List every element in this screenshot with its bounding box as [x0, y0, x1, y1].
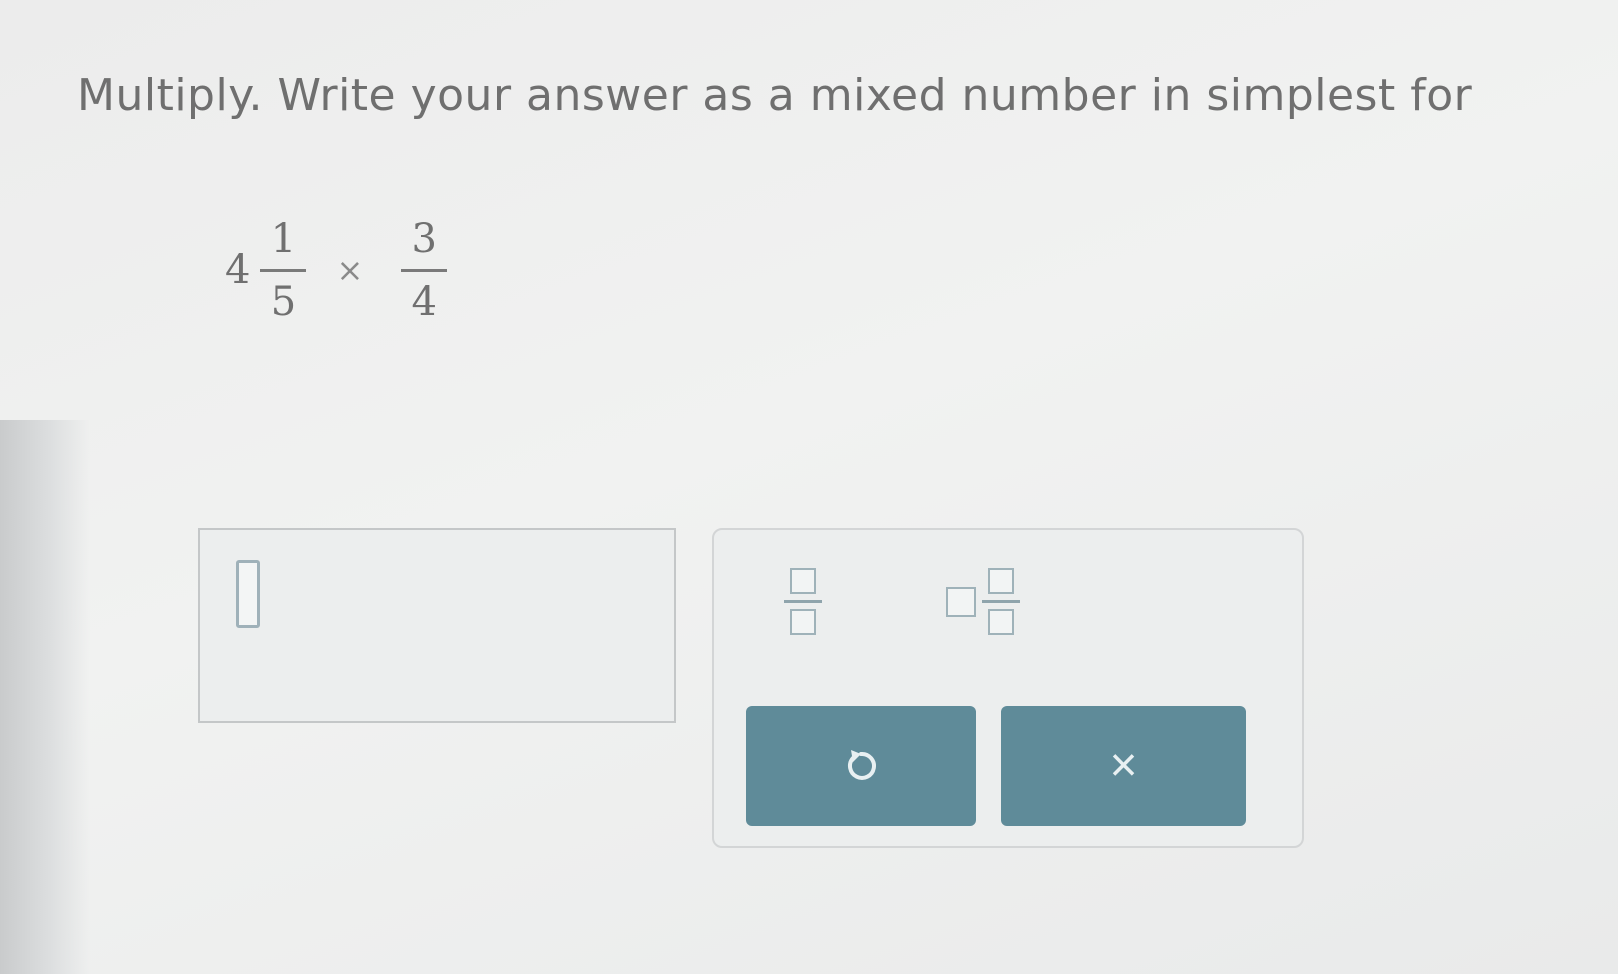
fraction-denominator: 5 — [270, 278, 297, 325]
mixed-number-whole: 4 — [225, 247, 251, 293]
answer-input[interactable] — [198, 528, 676, 723]
fraction-numerator: 3 — [411, 215, 437, 262]
fraction-bar-icon — [784, 600, 822, 603]
fraction-one-fifth: 1 5 — [260, 215, 307, 325]
fraction-template-icon — [784, 568, 822, 635]
numerator-slot-icon — [790, 568, 816, 594]
mixed-number-template-icon — [982, 568, 1020, 635]
denominator-slot-icon — [790, 609, 816, 635]
undo-icon — [847, 750, 876, 780]
multiply-operator: × — [336, 251, 364, 289]
fraction-bar-icon — [982, 600, 1020, 603]
clear-button[interactable]: × — [1001, 706, 1246, 826]
answer-placeholder-box[interactable] — [236, 560, 260, 628]
mixed-number-template-button[interactable] — [946, 568, 1020, 635]
denominator-slot-icon — [988, 609, 1014, 635]
screen-edge-shadow — [0, 420, 90, 974]
whole-slot-icon — [946, 586, 976, 617]
close-icon: × — [1109, 739, 1138, 792]
fraction-three-fourths: 3 4 — [401, 215, 448, 325]
fraction-numerator: 1 — [270, 215, 297, 262]
math-keypad: × — [712, 528, 1304, 848]
question-instruction: Multiply. Write your answer as a mixed n… — [77, 70, 1473, 121]
math-expression: 4 1 5 × 3 4 — [225, 200, 448, 340]
undo-button[interactable] — [746, 706, 976, 826]
fraction-denominator: 4 — [411, 278, 437, 325]
fraction-template-button[interactable] — [784, 568, 822, 635]
numerator-slot-icon — [988, 568, 1014, 594]
